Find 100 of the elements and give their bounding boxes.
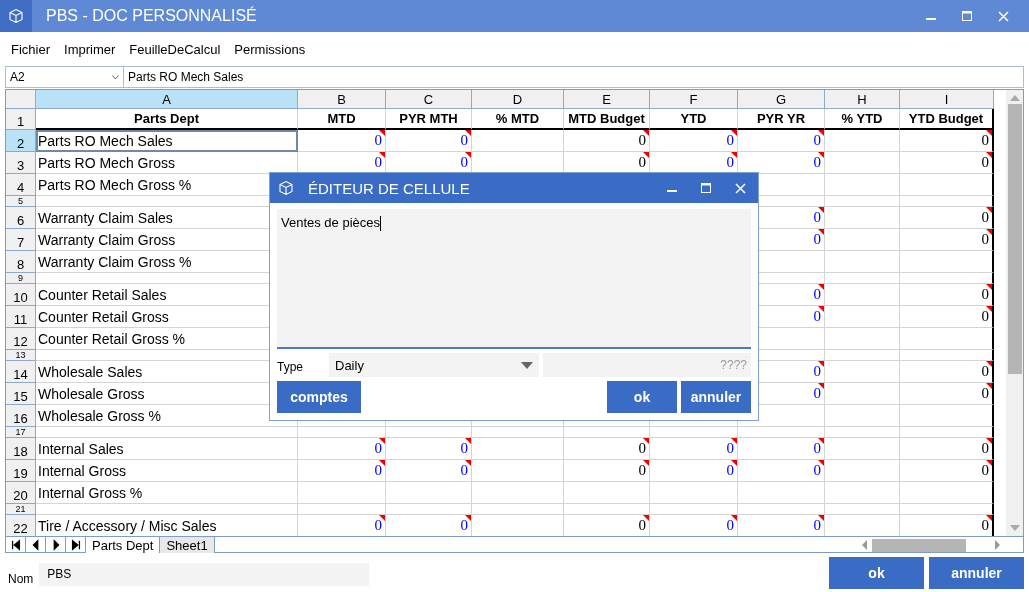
table-cell[interactable]: 0 (900, 460, 994, 482)
table-cell[interactable]: 0 (900, 229, 994, 251)
row-header[interactable]: 8 (6, 251, 36, 273)
close-icon[interactable] (735, 182, 746, 194)
table-cell[interactable]: Warranty Claim Gross (38, 231, 176, 248)
row-header[interactable]: 10 (6, 284, 36, 306)
table-cell[interactable] (900, 427, 994, 438)
row-header[interactable]: 5 (6, 196, 36, 207)
ok-button[interactable]: ok (607, 381, 677, 413)
table-cell[interactable]: 0 (900, 515, 994, 536)
menu-item[interactable]: Fichier (4, 41, 57, 57)
table-cell[interactable]: 0 (650, 460, 738, 482)
table-cell[interactable] (900, 482, 994, 504)
table-cell[interactable]: Wholesale Gross % (38, 407, 161, 424)
first-sheet-icon[interactable] (9, 538, 22, 552)
table-cell[interactable]: 0 (900, 130, 994, 152)
row-header[interactable]: 1 (6, 109, 36, 130)
table-cell[interactable]: Internal Sales (38, 440, 124, 457)
row-header[interactable]: 18 (6, 438, 36, 460)
table-cell[interactable]: 0 (386, 130, 472, 152)
table-cell[interactable]: 0 (900, 284, 994, 306)
table-cell[interactable]: Parts RO Mech Sales (38, 132, 173, 149)
column-header[interactable]: A (36, 90, 298, 109)
table-cell[interactable]: Warranty Claim Gross % (38, 253, 192, 270)
ok-button[interactable]: ok (829, 557, 924, 589)
row-header[interactable]: 15 (6, 383, 36, 405)
table-cell[interactable]: Parts RO Mech Gross (38, 154, 175, 171)
table-cell[interactable] (900, 174, 994, 196)
table-cell[interactable]: 0 (564, 130, 650, 152)
menu-item[interactable]: Imprimer (57, 41, 123, 57)
cancel-button[interactable]: annuler (929, 557, 1024, 589)
row-header[interactable]: 2 (6, 130, 36, 152)
maximize-icon[interactable] (962, 11, 972, 21)
table-cell[interactable]: 0 (900, 152, 994, 174)
column-header[interactable]: I (900, 90, 994, 109)
table-cell[interactable]: Internal Gross % (38, 484, 143, 501)
table-cell[interactable]: Internal Gross (38, 462, 126, 479)
table-cell[interactable]: 0 (650, 130, 738, 152)
table-cell[interactable] (900, 196, 994, 207)
table-cell[interactable] (900, 328, 994, 350)
row-header[interactable]: 12 (6, 328, 36, 350)
table-cell[interactable]: Counter Retail Sales (38, 286, 167, 303)
name-field[interactable]: PBS (39, 562, 370, 586)
table-cell[interactable]: Counter Retail Gross (38, 308, 169, 325)
table-cell[interactable]: 0 (900, 207, 994, 229)
table-cell[interactable]: 0 (298, 130, 386, 152)
row-header[interactable]: 13 (6, 350, 36, 361)
table-cell[interactable]: 0 (564, 438, 650, 460)
column-header[interactable]: H (825, 90, 900, 109)
row-header[interactable]: 21 (6, 504, 36, 515)
menu-item[interactable]: Permissions (227, 41, 313, 57)
table-cell[interactable]: 0 (738, 438, 825, 460)
table-cell[interactable]: 0 (738, 460, 825, 482)
row-header[interactable]: 9 (6, 273, 36, 284)
table-cell[interactable]: Tire / Accessory / Misc Sales (38, 517, 217, 534)
column-header[interactable]: D (472, 90, 564, 109)
table-cell[interactable]: 0 (298, 460, 386, 482)
table-cell[interactable] (900, 350, 994, 361)
table-cell[interactable]: 0 (564, 515, 650, 536)
table-cell[interactable]: 0 (386, 438, 472, 460)
scrollbar-thumb[interactable] (872, 538, 966, 552)
table-cell[interactable]: Counter Retail Gross % (38, 330, 186, 347)
row-header[interactable]: 4 (6, 174, 36, 196)
accounts-button[interactable]: comptes (277, 381, 361, 413)
column-header[interactable]: G (738, 90, 825, 109)
row-header[interactable]: 7 (6, 229, 36, 251)
row-header[interactable]: 3 (6, 152, 36, 174)
column-header[interactable]: F (650, 90, 738, 109)
table-cell[interactable]: 0 (738, 130, 825, 152)
table-cell[interactable]: 0 (900, 438, 994, 460)
row-header[interactable]: 6 (6, 207, 36, 229)
last-sheet-icon[interactable] (69, 538, 82, 552)
table-cell[interactable]: 0 (298, 515, 386, 536)
table-cell[interactable]: Wholesale Gross (38, 385, 145, 402)
row-header[interactable]: 19 (6, 460, 36, 482)
table-cell[interactable] (900, 273, 994, 284)
table-cell[interactable]: Wholesale Sales (38, 363, 143, 380)
table-cell[interactable]: 0 (298, 438, 386, 460)
table-cell[interactable]: 0 (650, 515, 738, 536)
table-cell[interactable]: Parts RO Mech Gross % (38, 176, 192, 193)
scroll-up-icon[interactable] (1008, 94, 1021, 102)
menu-item[interactable]: FeuilleDeCalcul (122, 41, 228, 57)
row-header[interactable]: 22 (6, 515, 36, 536)
scroll-down-icon[interactable] (1008, 524, 1021, 532)
row-header[interactable]: 14 (6, 361, 36, 383)
table-cell[interactable]: Warranty Claim Sales (38, 209, 173, 226)
column-header[interactable]: C (386, 90, 472, 109)
column-header[interactable]: B (298, 90, 386, 109)
table-cell[interactable]: 0 (386, 460, 472, 482)
table-cell[interactable]: 0 (900, 306, 994, 328)
table-cell[interactable]: 0 (900, 383, 994, 405)
row-header[interactable]: 17 (6, 427, 36, 438)
input-field[interactable]: ???? (543, 353, 751, 377)
table-cell[interactable]: 0 (564, 460, 650, 482)
table-cell[interactable] (900, 405, 994, 427)
table-cell[interactable]: 0 (386, 515, 472, 536)
table-cell[interactable] (900, 504, 994, 515)
row-header[interactable]: 11 (6, 306, 36, 328)
table-cell[interactable]: 0 (900, 361, 994, 383)
maximize-icon[interactable] (701, 183, 711, 193)
